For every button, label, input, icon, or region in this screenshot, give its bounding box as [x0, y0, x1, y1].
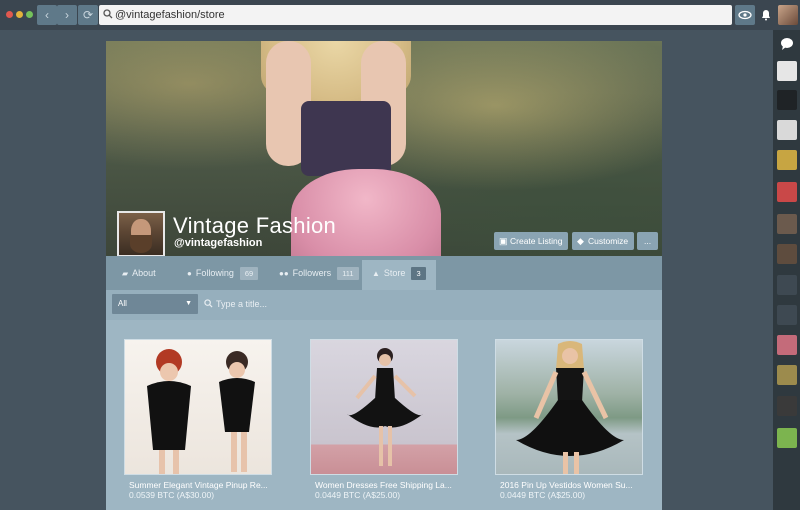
user-icon: ●: [187, 269, 192, 278]
listing-image[interactable]: [310, 339, 458, 475]
eye-icon: [738, 10, 752, 20]
contact-avatar[interactable]: [777, 120, 797, 140]
contact-avatar[interactable]: [777, 90, 797, 110]
listing-icon: ▣: [499, 236, 508, 246]
contact-avatar[interactable]: [777, 182, 797, 202]
contact-avatar[interactable]: [777, 275, 797, 295]
chat-bubble-icon[interactable]: [777, 34, 797, 54]
eye-button[interactable]: [735, 5, 755, 25]
contact-avatar[interactable]: [777, 365, 797, 385]
chevron-left-icon: ‹: [45, 8, 49, 22]
listing-card[interactable]: 2016 Pin Up Vestidos Women Su... 0.0449 …: [495, 339, 643, 510]
customize-button: Customize: [588, 236, 629, 246]
users-icon: ●●: [279, 269, 289, 278]
search-icon: [103, 9, 113, 19]
chevron-down-icon: ▼: [185, 300, 192, 307]
profile-avatar: [130, 235, 152, 253]
category-select[interactable]: All ▼: [112, 294, 198, 314]
contact-avatar[interactable]: [777, 244, 797, 264]
contact-avatar[interactable]: [777, 335, 797, 355]
listing-image[interactable]: [124, 339, 272, 475]
user-avatar[interactable]: [778, 5, 798, 25]
refresh-icon: ⟳: [82, 8, 94, 22]
cover-figure: [301, 101, 391, 176]
store-page: Vintage Fashion @vintagefashion ▣ Create …: [106, 41, 662, 510]
address-bar[interactable]: @vintagefashion/store: [99, 5, 732, 25]
close-window-dot[interactable]: [6, 11, 13, 18]
contact-avatar[interactable]: [777, 61, 797, 81]
title-search-input: Type a title...: [216, 299, 268, 309]
maximize-window-dot[interactable]: [26, 11, 33, 18]
contact-avatar[interactable]: [777, 396, 797, 416]
tab-about: About: [132, 268, 156, 278]
tab-about[interactable]: ▰ About: [122, 256, 156, 290]
contacts-sidebar: [773, 30, 800, 510]
search-icon: [204, 299, 213, 308]
followers-count: 111: [337, 267, 359, 280]
chevron-right-icon: ›: [65, 8, 69, 22]
contact-avatar[interactable]: [777, 305, 797, 325]
create-listing-button[interactable]: ▣ Create Listing: [494, 232, 569, 250]
dress-photo: [516, 341, 624, 474]
listing-price: 0.0449 BTC (A$25.00): [500, 490, 586, 500]
listing-image[interactable]: [495, 339, 643, 475]
profile-tabs: ▰ About ● Following 69 ●● Followers 111 ▲ Stor…: [106, 256, 662, 290]
store-handle: @vintagefashion: [174, 237, 263, 249]
listing-card[interactable]: Women Dresses Free Shipping La... 0.0449…: [310, 339, 458, 510]
more-options-button: ...: [644, 236, 652, 246]
listing-title[interactable]: Summer Elegant Vintage Pinup Re...: [129, 480, 268, 490]
tab-store: Store: [383, 268, 406, 278]
tab-followers[interactable]: ●● Followers 111: [279, 256, 359, 290]
tab-following: Following: [195, 268, 234, 278]
bell-icon: [762, 10, 770, 21]
tab-followers: Followers: [292, 268, 332, 278]
address-text: @vintagefashion/store: [115, 9, 225, 21]
tab-store[interactable]: ▲ Store 3: [362, 260, 436, 290]
listing-price: 0.0449 BTC (A$25.00): [315, 490, 401, 500]
listing-filter-bar: All ▼ Type a title...: [106, 290, 662, 320]
title-search-input[interactable]: Type a title...: [204, 294, 267, 314]
listing-price: 0.0539 BTC (A$30.00): [129, 490, 215, 500]
store-title: Vintage Fashion: [173, 213, 337, 238]
listing-title[interactable]: Women Dresses Free Shipping La...: [315, 480, 452, 490]
notifications-button[interactable]: [756, 5, 776, 25]
contact-avatar[interactable]: [777, 214, 797, 234]
refresh-button[interactable]: ⟳: [78, 5, 98, 25]
dress-photo: [147, 349, 255, 474]
listing-card[interactable]: Summer Elegant Vintage Pinup Re... 0.053…: [124, 339, 272, 510]
customize-button[interactable]: ◆ Customize: [572, 232, 635, 250]
contact-avatar[interactable]: [777, 150, 797, 170]
contact-avatar[interactable]: [777, 428, 797, 448]
browser-toolbar: ‹ › ⟳ @vintagefashion/store: [0, 0, 800, 30]
tab-following[interactable]: ● Following 69: [187, 256, 259, 290]
minimize-window-dot[interactable]: [16, 11, 23, 18]
category-select: All: [118, 299, 127, 308]
following-count: 69: [239, 267, 259, 280]
more-options-button[interactable]: ...: [637, 232, 659, 250]
dress-photo: [347, 348, 423, 466]
create-listing-button: Create Listing: [510, 236, 563, 246]
profile-avatar[interactable]: [117, 211, 165, 256]
store-count: 3: [411, 267, 426, 280]
back-button[interactable]: ‹: [37, 5, 57, 25]
cart-icon: ▲: [372, 269, 380, 278]
listing-title[interactable]: 2016 Pin Up Vestidos Women Su...: [500, 480, 633, 490]
paint-icon: ◆: [577, 236, 584, 246]
chat-icon: ▰: [122, 269, 129, 278]
cover-photo: Vintage Fashion @vintagefashion ▣ Create …: [106, 41, 662, 256]
forward-button[interactable]: ›: [57, 5, 77, 25]
